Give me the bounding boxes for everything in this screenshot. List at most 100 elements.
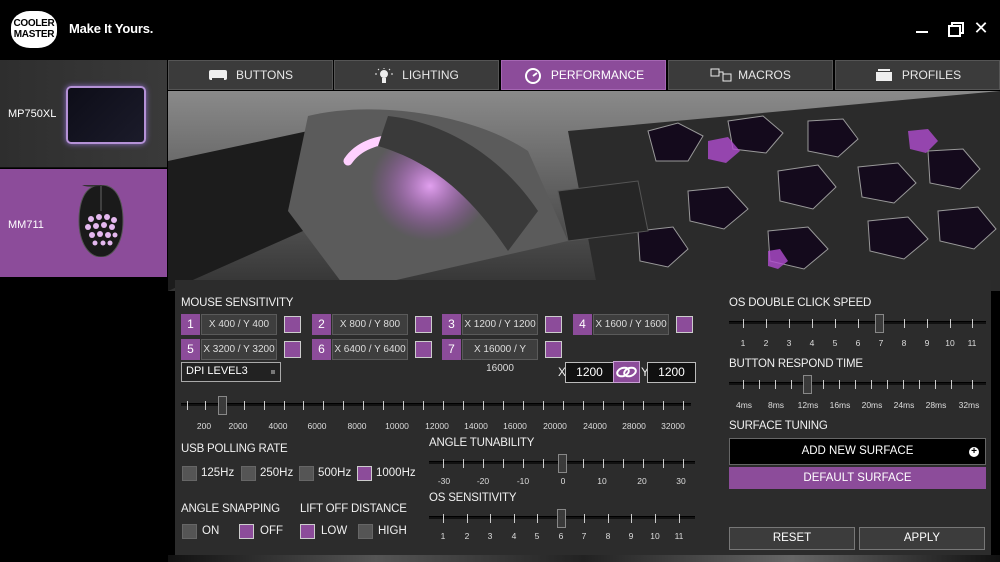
- add-new-surface-button[interactable]: ADD NEW SURFACE +: [729, 438, 986, 465]
- maximize-icon[interactable]: [945, 18, 965, 38]
- link-xy-button[interactable]: [613, 361, 640, 383]
- plus-icon: +: [969, 447, 979, 457]
- apply-button[interactable]: APPLY: [859, 527, 985, 550]
- tab-performance[interactable]: PERFORMANCE: [501, 60, 666, 90]
- macro-icon: [710, 68, 732, 82]
- dpi-color-swatch[interactable]: [545, 341, 562, 358]
- minimize-icon[interactable]: [912, 18, 932, 38]
- title-bar: COOLER MASTER Make It Yours. ✕: [0, 0, 1000, 58]
- polling-label: 250Hz: [260, 467, 294, 479]
- app-tagline: Make It Yours.: [69, 21, 154, 36]
- dpi-level-value[interactable]: X 3200 / Y 3200: [201, 339, 277, 360]
- dpi-color-swatch[interactable]: [415, 316, 432, 333]
- tab-lighting[interactable]: LIGHTING: [334, 60, 499, 90]
- dpi-scale-label: 24000: [583, 421, 607, 431]
- tab-label: PERFORMANCE: [550, 68, 645, 82]
- dpi-scale-label: 8000: [347, 421, 367, 431]
- angle-snapping-on-label: ON: [202, 525, 220, 537]
- angle-scale-label: -20: [476, 476, 490, 486]
- polling-250-checkbox[interactable]: [241, 466, 256, 481]
- dpi-level-number: 2: [312, 314, 331, 335]
- logo-line-1: COOLER: [13, 18, 55, 29]
- dpi-scale-label: 12000: [425, 421, 449, 431]
- cooler-master-logo: COOLER MASTER: [11, 11, 57, 48]
- respond-time-thumb[interactable]: [803, 375, 812, 394]
- polling-125-checkbox[interactable]: [182, 466, 197, 481]
- angle-scale-label: 30: [676, 476, 686, 486]
- dpi-level-value[interactable]: X 16000 / Y 16000: [462, 339, 538, 374]
- tab-label: PROFILES: [901, 68, 962, 82]
- dpi-scale-label: 32000: [661, 421, 685, 431]
- dpi-color-swatch[interactable]: [284, 341, 301, 358]
- dpi-level-number: 4: [573, 314, 592, 335]
- os-sensitivity-slider[interactable]: [429, 509, 695, 528]
- device-item-mm711[interactable]: MM711: [0, 169, 167, 277]
- dpi-y-input[interactable]: 1200: [647, 362, 696, 383]
- angle-tunability-slider[interactable]: [429, 454, 695, 473]
- dpi-level-value[interactable]: X 1200 / Y 1200: [462, 314, 538, 335]
- angle-tunability-title: ANGLE TUNABILITY: [429, 437, 535, 449]
- dpi-level-select[interactable]: DPI LEVEL3: [181, 362, 281, 382]
- dpi-level-value[interactable]: X 1600 / Y 1600: [593, 314, 669, 335]
- angle-scale-label: 20: [637, 476, 647, 486]
- reset-button[interactable]: RESET: [729, 527, 855, 550]
- dpi-scale-label: 16000: [503, 421, 527, 431]
- dpi-level-value[interactable]: X 400 / Y 400: [201, 314, 277, 335]
- surface-tuning-title: SURFACE TUNING: [729, 420, 828, 432]
- angle-tunability-thumb[interactable]: [558, 454, 567, 473]
- dpi-x-input[interactable]: 1200: [565, 362, 614, 383]
- angle-snapping-on-checkbox[interactable]: [182, 524, 197, 539]
- angle-snapping-title: ANGLE SNAPPING: [181, 503, 280, 515]
- double-click-scale-label: 11: [967, 338, 977, 348]
- dpi-level-value[interactable]: X 6400 / Y 6400: [332, 339, 408, 360]
- dpi-level-number: 6: [312, 339, 331, 360]
- respond-time-slider[interactable]: [729, 375, 986, 394]
- dpi-color-swatch[interactable]: [415, 341, 432, 358]
- dpi-scale-label: 20000: [543, 421, 567, 431]
- dpi-level-number: 5: [181, 339, 200, 360]
- dpi-scale-label: 28000: [622, 421, 646, 431]
- double-click-thumb[interactable]: [875, 314, 884, 333]
- tab-label: MACROS: [738, 68, 791, 82]
- respond-time-scale-label: 32ms: [958, 400, 980, 410]
- dpi-scale-label: 6000: [307, 421, 327, 431]
- device-label: MM711: [8, 219, 44, 231]
- dpi-color-swatch[interactable]: [676, 316, 693, 333]
- dpi-level-number: 1: [181, 314, 200, 335]
- double-click-slider[interactable]: [729, 314, 986, 333]
- tab-label: LIGHTING: [402, 68, 459, 82]
- double-click-title: OS DOUBLE CLICK SPEED: [729, 297, 872, 309]
- lift-off-high-checkbox[interactable]: [358, 524, 373, 539]
- device-item-mp750xl[interactable]: MP750XL: [0, 60, 167, 168]
- dpi-slider-thumb[interactable]: [218, 396, 227, 415]
- gauge-icon: [523, 68, 543, 84]
- default-surface-button[interactable]: DEFAULT SURFACE: [729, 467, 986, 489]
- tab-label: BUTTONS: [235, 68, 294, 82]
- dpi-scale-label: 4000: [268, 421, 288, 431]
- dpi-scale-label: 10000: [385, 421, 409, 431]
- mouse-sensitivity-title: MOUSE SENSITIVITY: [181, 297, 294, 309]
- close-icon[interactable]: ✕: [971, 18, 991, 38]
- angle-snapping-off-checkbox[interactable]: [239, 524, 254, 539]
- tab-profiles[interactable]: PROFILES: [835, 60, 1000, 90]
- tab-macros[interactable]: MACROS: [668, 60, 833, 90]
- tab-buttons[interactable]: BUTTONS: [168, 60, 333, 90]
- angle-scale-label: -10: [516, 476, 530, 486]
- keyboard-icon: [208, 68, 228, 82]
- usb-polling-title: USB POLLING RATE: [181, 443, 288, 455]
- polling-1000-checkbox[interactable]: [357, 466, 372, 481]
- bulb-icon: [374, 68, 394, 83]
- hero-image-bottom-edge: [168, 555, 1000, 562]
- add-new-surface-label: ADD NEW SURFACE: [801, 445, 914, 457]
- os-sensitivity-thumb[interactable]: [557, 509, 566, 528]
- dpi-slider[interactable]: [181, 396, 691, 415]
- lift-off-low-checkbox[interactable]: [300, 524, 315, 539]
- os-sensitivity-scale-label: 11: [674, 531, 684, 541]
- dpi-color-swatch[interactable]: [545, 316, 562, 333]
- dpi-color-swatch[interactable]: [284, 316, 301, 333]
- polling-500-checkbox[interactable]: [299, 466, 314, 481]
- profiles-icon: [874, 68, 894, 82]
- lift-off-title: LIFT OFF DISTANCE: [300, 503, 407, 515]
- respond-time-title: BUTTON RESPOND TIME: [729, 358, 863, 370]
- dpi-level-value[interactable]: X 800 / Y 800: [332, 314, 408, 335]
